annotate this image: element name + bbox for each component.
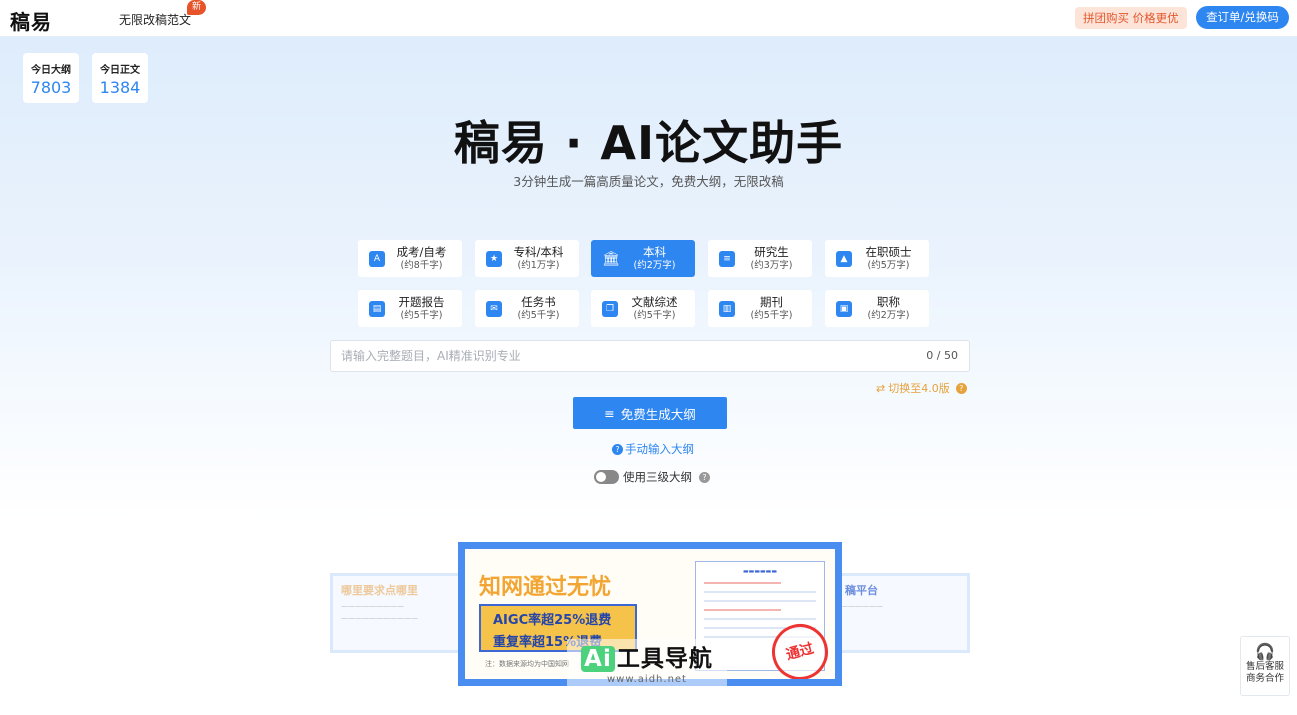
clipboard-icon: ≡ (719, 250, 735, 267)
watermark-url: www.aidh.net (607, 674, 687, 685)
stat-label: 今日大纲 (31, 65, 71, 76)
category-undergraduate[interactable]: 🏛 本科 (约2万字) (591, 240, 695, 277)
thesis-title-input[interactable] (341, 341, 901, 371)
university-icon: 🏛 (602, 250, 620, 267)
character-counter: 0 / 50 (926, 349, 958, 362)
category-length: (约2万字) (633, 259, 676, 271)
stat-value: 1384 (99, 78, 141, 97)
page-subtitle: 3分钟生成一篇高质量论文，免费大纲，无限改稿 (513, 174, 784, 189)
suitcase-icon: ▣ (836, 300, 852, 317)
banner-aigc-refund: AIGC率超25%退费 (493, 613, 612, 628)
manual-outline-link[interactable]: ? 手动输入大纲 (612, 441, 694, 457)
watermark: Ai 工具导航 www.aidh.net (567, 639, 727, 689)
check-order-button[interactable]: 查订单/兑换码 (1196, 6, 1289, 29)
top-header: 稿易 无限改稿范文 新 拼团购买 价格更优 查订单/兑换码 (0, 0, 1297, 37)
carousel-prev-card[interactable]: 哪里要求点哪里 ————————— ——————————— (330, 573, 470, 653)
category-name: 本科 (643, 244, 666, 259)
prev-card-line: ——————————— (341, 614, 418, 622)
headset-icon: 🎧 (1255, 642, 1275, 661)
category-journal[interactable]: ▥ 期刊 (约5千字) (708, 290, 812, 327)
next-card-title: 稿平台 (845, 584, 878, 597)
list-icon: ≡ (604, 405, 615, 421)
category-length: (约5千字) (750, 309, 793, 321)
manual-outline-label: 手动输入大纲 (625, 442, 694, 456)
after-sales-label: 售后客服 (1245, 661, 1284, 672)
category-name: 职称 (877, 294, 900, 309)
category-name: 专科/本科 (513, 244, 564, 259)
stat-value: 7803 (30, 78, 72, 97)
help-icon[interactable]: ? (699, 471, 710, 483)
stat-label: 今日正文 (100, 65, 140, 76)
category-literature-review[interactable]: ❐ 文献综述 (约5千字) (591, 290, 695, 327)
stat-today-outline: 今日大纲 7803 (23, 53, 79, 103)
three-level-outline-toggle[interactable] (594, 470, 619, 484)
category-length: (约2万字) (867, 309, 910, 321)
watermark-ai-mark: Ai (581, 646, 615, 672)
category-name: 研究生 (754, 244, 789, 259)
category-length: (约8千字) (400, 259, 443, 271)
graduate-icon: ▲ (836, 250, 852, 267)
prev-card-line: ————————— (341, 602, 404, 610)
category-length: (约3万字) (750, 259, 793, 271)
book-icon: ▥ (719, 300, 735, 317)
question-icon: ? (612, 443, 623, 455)
nav-unlimited-revision-samples[interactable]: 无限改稿范文 (119, 11, 191, 28)
category-name: 文献综述 (631, 294, 678, 309)
category-name: 成考/自考 (396, 244, 447, 259)
swap-arrows-icon: ⇄ (876, 381, 886, 395)
documents-icon: ❐ (602, 300, 618, 317)
carousel-next-card[interactable]: 稿平台 —————— (830, 573, 970, 653)
category-length: (约5千字) (400, 309, 443, 321)
stat-today-body: 今日正文 1384 (92, 53, 148, 103)
page-title: 稿易 · AI论文助手 (453, 116, 844, 170)
category-postgraduate[interactable]: ≡ 研究生 (约3万字) (708, 240, 812, 277)
category-professional-title[interactable]: ▣ 职称 (约2万字) (825, 290, 929, 327)
generate-outline-label: 免费生成大纲 (620, 406, 696, 422)
category-length: (约5千字) (633, 309, 676, 321)
category-proposal-report[interactable]: ▤ 开题报告 (约5千字) (358, 290, 462, 327)
category-name: 任务书 (521, 294, 556, 309)
category-in-service-master[interactable]: ▲ 在职硕士 (约5万字) (825, 240, 929, 277)
new-badge: 新 (187, 0, 206, 15)
category-name: 在职硕士 (865, 244, 912, 259)
category-name: 开题报告 (398, 294, 445, 309)
three-level-outline-label: 使用三级大纲 (623, 470, 692, 484)
category-name: 期刊 (760, 294, 783, 309)
briefcase-doc-icon: ▤ (369, 300, 385, 317)
category-adult-exam[interactable]: A 成考/自考 (约8千字) (358, 240, 462, 277)
prev-card-title: 哪里要求点哪里 (341, 584, 418, 597)
site-logo[interactable]: 稿易 (10, 6, 52, 35)
generate-outline-button[interactable]: ≡ 免费生成大纲 (573, 397, 727, 429)
category-task-book[interactable]: ✉ 任务书 (约5千字) (475, 290, 579, 327)
watermark-text: 工具导航 (616, 646, 713, 672)
banner-title: 知网通过无忧 (479, 575, 612, 600)
group-buy-button[interactable]: 拼团购买 价格更优 (1075, 7, 1187, 29)
category-junior-college[interactable]: ★ 专科/本科 (约1万字) (475, 240, 579, 277)
customer-service-widget[interactable]: 🎧 售后客服 商务合作 (1240, 636, 1290, 696)
three-level-outline-row: 使用三级大纲 ? (594, 469, 710, 485)
title-input-container: 0 / 50 (330, 340, 970, 372)
star-doc-icon: ★ (486, 250, 502, 267)
category-length: (约5千字) (517, 309, 560, 321)
mail-icon: ✉ (486, 300, 502, 317)
category-length: (约1万字) (517, 259, 560, 271)
category-length: (约5万字) (867, 259, 910, 271)
switch-version-label: 切换至4.0版 (888, 382, 950, 395)
help-icon[interactable]: ? (955, 382, 967, 394)
switch-version-link[interactable]: ⇄ 切换至4.0版 ? (876, 380, 967, 396)
banner-note: 注：数据来源均为中国知网 (485, 660, 569, 668)
next-card-line: —————— (841, 602, 883, 610)
exam-icon: A (369, 250, 385, 267)
business-label: 商务合作 (1245, 673, 1284, 684)
